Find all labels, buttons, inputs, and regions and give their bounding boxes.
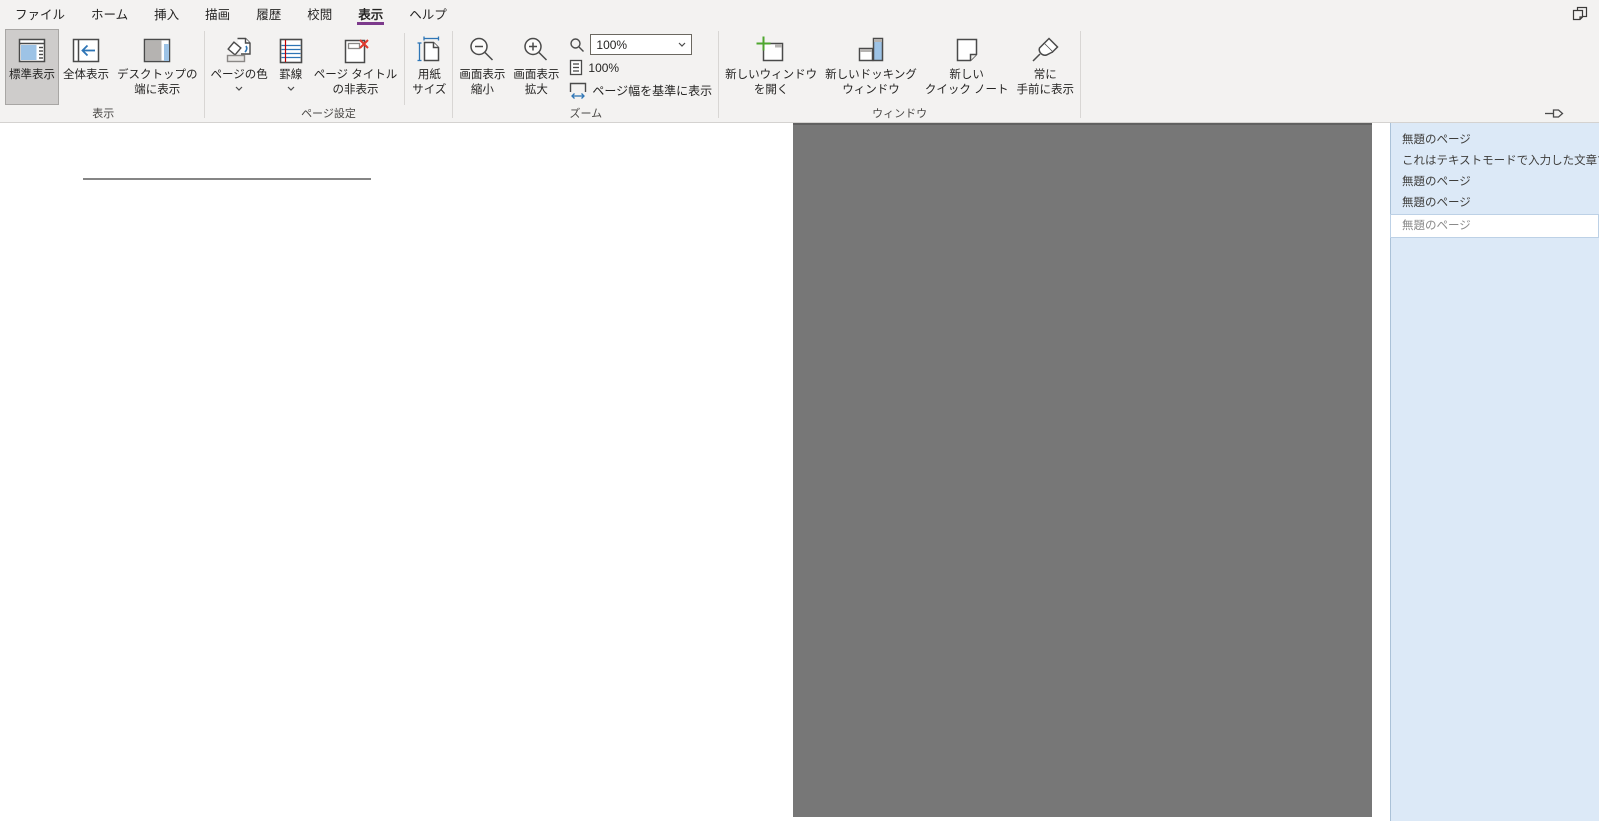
inner-separator	[404, 33, 405, 105]
page-list-item[interactable]: これはテキストモードで入力した文章で	[1391, 151, 1599, 172]
page-title-underline	[83, 178, 371, 180]
always-on-top-pin-icon	[1029, 33, 1061, 68]
ribbon-tab-bar: ファイル ホーム 挿入 描画 履歴 校閲 表示 ヘルプ	[0, 0, 1599, 27]
rule-lines-label: 罫線	[279, 68, 302, 83]
zoom-percent-combobox[interactable]: 100%	[590, 34, 692, 55]
new-quick-note-button[interactable]: 新しい クイック ノート	[921, 29, 1013, 105]
new-docked-window-button[interactable]: 新しいドッキング ウィンドウ	[821, 29, 921, 105]
rule-lines-dropdown-icon	[287, 86, 295, 92]
page-color-button[interactable]: ページの色	[207, 29, 272, 105]
zoom-out-icon	[466, 33, 498, 68]
paper-size-icon	[413, 33, 445, 68]
zoom-100-icon	[569, 59, 583, 76]
new-window-button[interactable]: 新しいウィンドウ を開く	[721, 29, 821, 105]
dock-to-desktop-icon	[141, 33, 173, 68]
ribbon-view-tab: 標準表示 全体表示	[0, 27, 1599, 123]
views-group-label: 表示	[5, 105, 202, 125]
tab-help[interactable]: ヘルプ	[396, 0, 460, 27]
page-color-icon	[222, 33, 256, 68]
side-note-pages-icon[interactable]	[1572, 6, 1588, 22]
new-quick-note-label: 新しい クイック ノート	[925, 68, 1009, 98]
new-docked-window-icon	[855, 33, 887, 68]
rule-lines-icon	[276, 33, 306, 68]
ribbon-group-views: 標準表示 全体表示	[5, 27, 202, 122]
zoom-100-label: 100%	[588, 61, 619, 75]
new-quick-note-icon	[951, 33, 983, 68]
page-width-label: ページ幅を基準に表示	[592, 82, 712, 99]
page-list-item-selected[interactable]: 無題のページ	[1390, 214, 1599, 238]
tab-review[interactable]: 校閲	[294, 0, 345, 27]
page-width-button[interactable]: ページ幅を基準に表示	[569, 80, 712, 101]
onenote-window: ファイル ホーム 挿入 描画 履歴 校閲 表示 ヘルプ	[0, 0, 1599, 821]
zoom-out-button[interactable]: 画面表示 縮小	[455, 29, 509, 105]
zoom-controls-column: 100%	[563, 29, 716, 101]
group-separator	[452, 31, 453, 118]
new-docked-window-label: 新しいドッキング ウィンドウ	[825, 68, 917, 98]
ribbon-group-window: 新しいウィンドウ を開く 新しいドッキング ウィンドウ	[721, 27, 1078, 122]
page-color-dropdown-icon	[235, 86, 243, 92]
normal-view-label: 標準表示	[9, 68, 55, 83]
zoom-percent-value: 100%	[596, 38, 627, 52]
page-list-item[interactable]: 無題のページ	[1391, 193, 1599, 214]
new-window-icon	[754, 33, 788, 68]
zoom-in-button[interactable]: 画面表示 拡大	[509, 29, 563, 105]
page-color-label: ページの色	[211, 68, 268, 83]
normal-view-icon	[16, 33, 48, 68]
full-page-view-button[interactable]: 全体表示	[59, 29, 113, 105]
window-group-label: ウィンドウ	[721, 105, 1078, 125]
page-list-item[interactable]: 無題のページ	[1391, 130, 1599, 151]
rule-lines-button[interactable]: 罫線	[272, 29, 310, 105]
hide-page-title-icon	[339, 33, 373, 68]
group-separator	[1080, 31, 1081, 118]
zoom-group-label: ズーム	[455, 105, 716, 125]
search-icon	[569, 37, 585, 53]
tab-file[interactable]: ファイル	[2, 0, 78, 27]
hide-page-title-label: ページ タイトル の非表示	[314, 68, 397, 98]
zoom-out-label: 画面表示 縮小	[459, 68, 505, 98]
page-list-item[interactable]: 無題のページ	[1391, 172, 1599, 193]
canvas-background	[793, 123, 1372, 817]
page-list: 無題のページ これはテキストモードで入力した文章で 無題のページ 無題のページ …	[1391, 130, 1599, 238]
tab-view[interactable]: 表示	[345, 0, 396, 27]
tab-insert[interactable]: 挿入	[141, 0, 192, 27]
group-separator	[204, 31, 205, 118]
normal-view-button[interactable]: 標準表示	[5, 29, 59, 105]
dock-to-desktop-label: デスクトップの 端に表示	[117, 68, 198, 98]
hide-page-title-button[interactable]: ページ タイトル の非表示	[310, 29, 401, 105]
ribbon-group-page-setup: ページの色	[207, 27, 451, 122]
tab-history[interactable]: 履歴	[243, 0, 294, 27]
ribbon-group-zoom: 画面表示 縮小 画面表示 拡大	[455, 27, 716, 122]
content-area: 無題のページ これはテキストモードで入力した文章で 無題のページ 無題のページ …	[0, 123, 1599, 821]
page-width-icon	[569, 82, 587, 100]
pin-ribbon-icon[interactable]	[1544, 107, 1566, 120]
full-page-view-label: 全体表示	[63, 68, 109, 83]
paper-size-button[interactable]: 用紙 サイズ	[408, 29, 450, 105]
zoom-in-label: 画面表示 拡大	[513, 68, 559, 98]
tab-home[interactable]: ホーム	[78, 0, 141, 27]
zoom-100-button[interactable]: 100%	[569, 57, 712, 78]
zoom-in-icon	[520, 33, 552, 68]
always-on-top-label: 常に 手前に表示	[1017, 68, 1075, 98]
paper-size-label: 用紙 サイズ	[412, 68, 446, 98]
group-separator	[718, 31, 719, 118]
combobox-chevron-down-icon	[678, 42, 686, 47]
tab-draw[interactable]: 描画	[192, 0, 243, 27]
page-list-sidebar: 無題のページ これはテキストモードで入力した文章で 無題のページ 無題のページ …	[1390, 123, 1599, 821]
page-surface[interactable]	[0, 123, 793, 821]
new-window-label: 新しいウィンドウ を開く	[725, 68, 817, 98]
always-on-top-button[interactable]: 常に 手前に表示	[1013, 29, 1079, 105]
dock-to-desktop-button[interactable]: デスクトップの 端に表示	[113, 29, 202, 105]
page-setup-group-label: ページ設定	[207, 105, 451, 125]
full-page-view-icon	[70, 33, 102, 68]
